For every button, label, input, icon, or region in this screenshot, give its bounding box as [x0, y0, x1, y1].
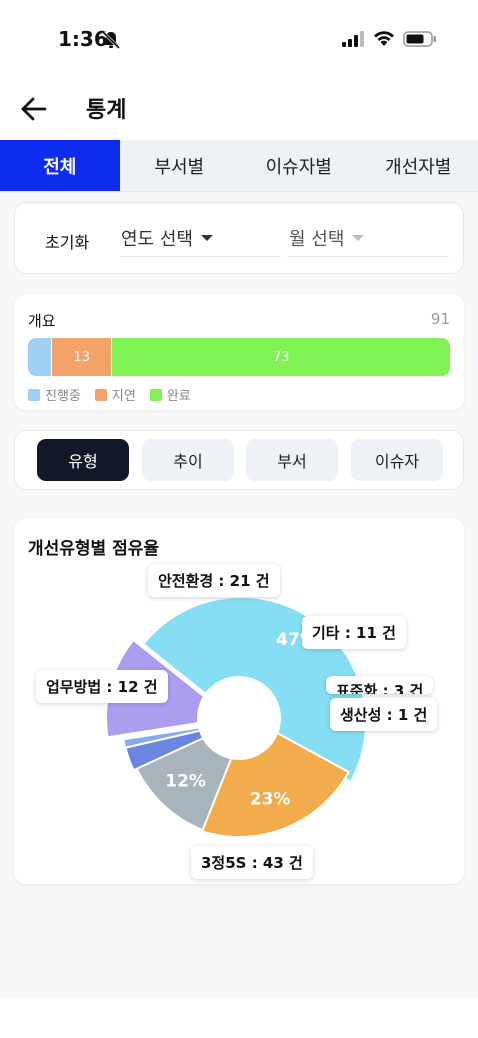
- tab-by-issuer[interactable]: 이슈자별: [239, 140, 359, 191]
- legend-item: 지연: [94, 385, 136, 404]
- status-segment-completed: 73: [111, 338, 450, 376]
- caret-down-icon: [200, 235, 213, 241]
- legend-swatch: [94, 388, 107, 401]
- callout-standardization: 표준화 : 3 건: [326, 676, 434, 694]
- view-trend-button[interactable]: 추이: [142, 439, 234, 481]
- pie-percent-label: 12%: [165, 772, 206, 792]
- legend-item: 완료: [149, 385, 191, 404]
- overview-total: 91: [430, 310, 450, 328]
- pie-percent-label: 23%: [250, 790, 291, 810]
- filter-card: 초기화 연도 선택 월 선택: [14, 202, 464, 274]
- battery-icon: [403, 31, 436, 47]
- legend-swatch: [28, 388, 40, 401]
- callout-work-method: 업무방법 : 12 건: [36, 670, 168, 703]
- overview-label: 개요: [28, 312, 56, 330]
- chart-card: 개선유형별 점유율 47%23%12%% 안전환경 : 21 건 기타 : 11…: [14, 518, 464, 884]
- year-select-label: 연도 선택: [121, 229, 193, 250]
- wifi-icon: [374, 31, 394, 46]
- silent-bell-icon: [101, 30, 121, 50]
- caret-down-icon: [352, 235, 365, 241]
- tab-bar: 전체 부서별 이슈자별 개선자별: [0, 140, 478, 192]
- view-type-button[interactable]: 유형: [37, 439, 129, 481]
- app-header: 통계: [0, 78, 478, 140]
- status-segment-in-progress: [28, 338, 52, 376]
- legend-swatch: [149, 388, 162, 401]
- tab-by-department[interactable]: 부서별: [120, 140, 240, 191]
- view-department-button[interactable]: 부서: [246, 439, 338, 481]
- status-segment-delayed: 13: [51, 338, 112, 376]
- legend-label-completed: 완료: [166, 389, 191, 404]
- callout-productivity: 생산성 : 1 건: [330, 698, 438, 731]
- page-title: 통계: [86, 98, 127, 123]
- callout-other: 기타 : 11 건: [302, 616, 406, 649]
- view-issuer-button[interactable]: 이슈자: [351, 439, 443, 481]
- legend-label-delayed: 지연: [111, 389, 136, 404]
- back-arrow-icon[interactable]: [20, 95, 48, 123]
- status-stacked-bar: 13 73: [28, 338, 450, 376]
- year-select[interactable]: 연도 선택: [121, 225, 281, 257]
- tab-by-improver[interactable]: 개선자별: [359, 140, 478, 191]
- legend-item: 진행중: [28, 385, 81, 404]
- month-select-label: 월 선택: [289, 229, 345, 250]
- donut-hole: [197, 676, 281, 760]
- overview-legend: 진행중 지연 완료: [28, 385, 191, 404]
- tab-all[interactable]: 전체: [0, 140, 120, 191]
- legend-label-in-progress: 진행중: [45, 389, 81, 404]
- callout-safety: 안전환경 : 21 건: [148, 564, 280, 597]
- reset-button[interactable]: 초기화: [45, 229, 89, 253]
- overview-card: 개요 91 13 73 진행중 지연 완료: [14, 294, 464, 410]
- callout-3s5s: 3정5S : 43 건: [191, 846, 313, 879]
- cellular-signal-icon: [342, 31, 364, 47]
- view-selector: 유형 추이 부서 이슈자: [14, 430, 464, 490]
- month-select[interactable]: 월 선택: [289, 225, 449, 257]
- status-bar: 1:36: [0, 0, 478, 78]
